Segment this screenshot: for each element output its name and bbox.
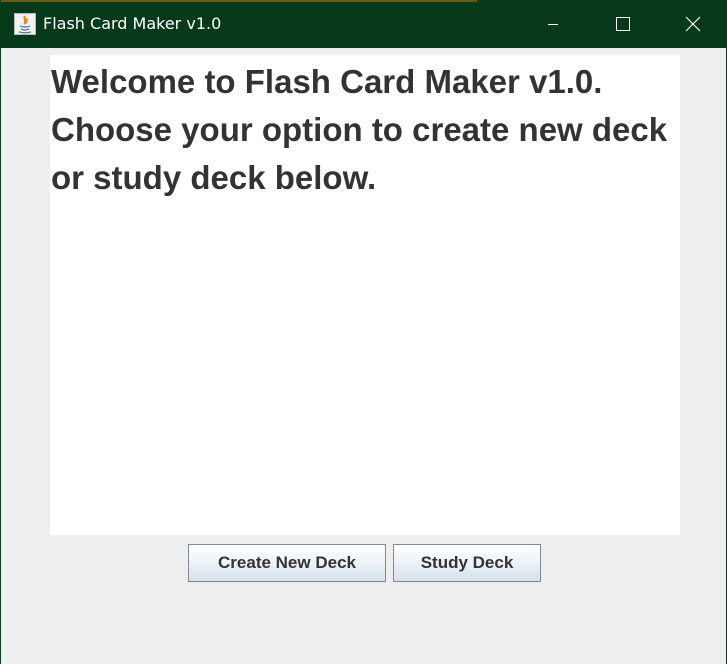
minimize-button[interactable]	[518, 0, 588, 48]
close-icon	[685, 16, 701, 32]
close-button[interactable]	[658, 0, 727, 48]
desktop-edge-strip	[1, 0, 477, 2]
welcome-message: Welcome to Flash Card Maker v1.0. Choose…	[51, 63, 668, 196]
java-app-icon[interactable]	[14, 13, 36, 35]
window-title: Flash Card Maker v1.0	[43, 14, 222, 33]
create-new-deck-button[interactable]: Create New Deck	[188, 544, 386, 582]
app-window: Flash Card Maker v1.0 Welcome to Flash C…	[0, 0, 727, 664]
maximize-button[interactable]	[588, 0, 658, 48]
study-deck-button[interactable]: Study Deck	[393, 544, 541, 582]
welcome-panel: Welcome to Flash Card Maker v1.0. Choose…	[50, 55, 680, 535]
minimize-icon	[548, 24, 558, 25]
maximize-icon	[616, 17, 630, 31]
title-bar[interactable]: Flash Card Maker v1.0	[1, 0, 727, 48]
